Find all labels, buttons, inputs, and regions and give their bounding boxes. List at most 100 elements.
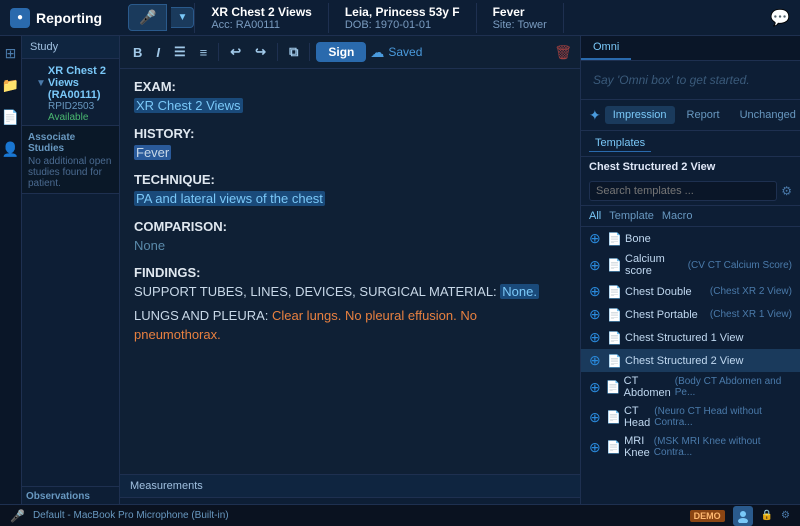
template-sub: (Body CT Abdomen and Pe... xyxy=(675,376,792,398)
exam-value-highlight: XR Chest 2 Views xyxy=(134,98,243,113)
template-item[interactable]: ⊕ 📄 Chest Portable (Chest XR 1 View) xyxy=(581,303,800,326)
templates-tab[interactable]: Templates xyxy=(589,135,651,152)
toolbar-sep-3 xyxy=(309,43,310,61)
home-icon[interactable]: ⊞ xyxy=(2,44,20,62)
template-item[interactable]: ⊕ 📄 Bone xyxy=(581,227,800,250)
filter-template[interactable]: Template xyxy=(609,210,654,222)
center-col: B I ☰ ≡ ↩ ↪ ⧉ Sign ☁ Saved 🗑 EXAM: XR Ch… xyxy=(120,36,580,526)
main-content: ⊞ 📁 📄 👤 Study ▼ XR Chest 2 Views (RA0011… xyxy=(0,36,800,526)
template-sub: (Chest XR 1 View) xyxy=(710,309,792,320)
trash-button[interactable]: 🗑 xyxy=(554,44,572,61)
right-panel: Omni Say 'Omni box' to get started. ✦ Im… xyxy=(580,36,800,526)
undo-button[interactable]: ↩ xyxy=(225,42,246,62)
findings-line2-label: LUNGS AND PLEURA: xyxy=(134,308,268,323)
findings-line1-text: SUPPORT TUBES, LINES, DEVICES, SURGICAL … xyxy=(134,284,497,299)
template-name: MRI Knee xyxy=(624,435,650,459)
mic-button[interactable]: 🎤 xyxy=(128,4,167,31)
cloud-icon: ☁ xyxy=(370,44,384,61)
lock-icon: 🔒 xyxy=(761,510,773,521)
template-item[interactable]: ⊕ 📄 CT Head (Neuro CT Head without Contr… xyxy=(581,402,800,432)
template-list: ⊕ 📄 Bone ⊕ 📄 Calcium score (CV CT Calciu… xyxy=(581,227,800,526)
study-tab[interactable]: Study xyxy=(22,36,119,59)
folder-icon[interactable]: 📁 xyxy=(2,76,20,94)
toolbar-sep-2 xyxy=(277,43,278,61)
measurements-tab[interactable]: Measurements xyxy=(120,475,580,498)
exam-value: XR Chest 2 Views xyxy=(134,96,566,116)
toolbar-sep-1 xyxy=(218,43,219,61)
mic-status-icon: 🎤 xyxy=(10,509,25,523)
template-item[interactable]: ⊕ 📄 CT Abdomen (Body CT Abdomen and Pe..… xyxy=(581,372,800,402)
history-value: Fever xyxy=(134,143,566,163)
saved-label: Saved xyxy=(388,45,422,59)
number-button[interactable]: ≡ xyxy=(195,43,213,62)
chat-icon[interactable]: 💬 xyxy=(770,8,790,28)
mic-dropdown[interactable]: ▼ xyxy=(171,7,194,28)
comparison-value: None xyxy=(134,236,566,256)
template-name: Bone xyxy=(625,233,792,245)
bullet-button[interactable]: ☰ xyxy=(169,42,191,62)
report-content[interactable]: EXAM: XR Chest 2 Views HISTORY: Fever TE… xyxy=(120,69,580,474)
finding-title: Fever xyxy=(493,5,547,19)
impression-report-row: ✦ Impression Report Unchanged xyxy=(581,100,800,131)
right-tab-row: Omni xyxy=(581,36,800,61)
template-item[interactable]: ⊕ 📄 Chest Structured 2 View xyxy=(581,349,800,372)
bold-button[interactable]: B xyxy=(128,43,147,62)
avatar xyxy=(733,506,753,526)
technique-value: PA and lateral views of the chest xyxy=(134,189,566,209)
demo-badge: DEMO xyxy=(690,510,725,522)
findings-header: FINDINGS: xyxy=(134,265,566,280)
finding-site: Site: Tower xyxy=(493,19,547,31)
omni-placeholder: Say 'Omni box' to get started. xyxy=(589,69,792,91)
template-doc-icon: 📄 xyxy=(607,258,621,272)
findings-line2: LUNGS AND PLEURA: Clear lungs. No pleura… xyxy=(134,306,566,345)
finding-info: Fever Site: Tower xyxy=(477,3,564,33)
redo-button[interactable]: ↪ xyxy=(250,42,271,62)
history-header: HISTORY: xyxy=(134,126,566,141)
technique-header: TECHNIQUE: xyxy=(134,172,566,187)
patient-name: Leia, Princess 53y F xyxy=(345,5,460,19)
template-plus-icon: ⊕ xyxy=(589,379,602,396)
template-sub: (MSK MRI Knee without Contra... xyxy=(654,436,792,458)
template-item[interactable]: ⊕ 📄 Calcium score (CV CT Calcium Score) xyxy=(581,250,800,280)
assoc-empty: No additional open studies found for pat… xyxy=(28,156,113,189)
template-plus-icon: ⊕ xyxy=(589,439,602,456)
settings-icon[interactable]: ⚙ xyxy=(781,510,790,521)
template-search-input[interactable] xyxy=(589,181,777,201)
template-plus-icon: ⊕ xyxy=(589,329,603,346)
assoc-title: Associate Studies xyxy=(28,132,113,154)
study-info-bar: XR Chest 2 Views Acc: RA00111 Leia, Prin… xyxy=(194,3,770,33)
template-doc-icon: 📄 xyxy=(607,285,621,299)
comparison-none: None xyxy=(134,238,165,253)
unchanged-button[interactable]: Unchanged xyxy=(732,106,800,124)
template-doc-icon: 📄 xyxy=(606,440,620,454)
copy-button[interactable]: ⧉ xyxy=(284,42,303,62)
technique-value-highlight: PA and lateral views of the chest xyxy=(134,191,325,206)
app-title: Reporting xyxy=(36,10,102,26)
obs-title: Observations xyxy=(26,491,115,502)
document-icon[interactable]: 📄 xyxy=(2,108,20,126)
template-item[interactable]: ⊕ 📄 Chest Double (Chest XR 2 View) xyxy=(581,280,800,303)
sign-button[interactable]: Sign xyxy=(316,42,366,62)
template-item[interactable]: ⊕ 📄 Chest Structured 1 View xyxy=(581,326,800,349)
template-filter-icon[interactable]: ⚙ xyxy=(781,184,792,198)
logo-icon: ● xyxy=(10,8,30,28)
impression-button[interactable]: Impression xyxy=(605,106,675,124)
impression-icon[interactable]: ✦ xyxy=(589,107,601,124)
template-plus-icon: ⊕ xyxy=(589,283,603,300)
omni-tab[interactable]: Omni xyxy=(581,36,631,60)
filter-all[interactable]: All xyxy=(589,210,601,222)
template-doc-icon: 📄 xyxy=(606,410,620,424)
comparison-header: COMPARISON: xyxy=(134,219,566,234)
filter-macro[interactable]: Macro xyxy=(662,210,693,222)
study-acc: Acc: RA00111 xyxy=(211,19,312,31)
report-button[interactable]: Report xyxy=(679,106,728,124)
study-info: XR Chest 2 Views Acc: RA00111 xyxy=(194,3,329,33)
template-doc-icon: 📄 xyxy=(607,308,621,322)
italic-button[interactable]: I xyxy=(151,43,165,62)
findings-line1: SUPPORT TUBES, LINES, DEVICES, SURGICAL … xyxy=(134,282,566,302)
study-item[interactable]: ▼ XR Chest 2 Views (RA00111) RPID2503 Av… xyxy=(22,59,119,125)
template-name: CT Abdomen xyxy=(624,375,671,399)
mic-controls: 🎤 ▼ xyxy=(128,4,194,31)
user-icon[interactable]: 👤 xyxy=(2,140,20,158)
template-item[interactable]: ⊕ 📄 MRI Knee (MSK MRI Knee without Contr… xyxy=(581,432,800,462)
